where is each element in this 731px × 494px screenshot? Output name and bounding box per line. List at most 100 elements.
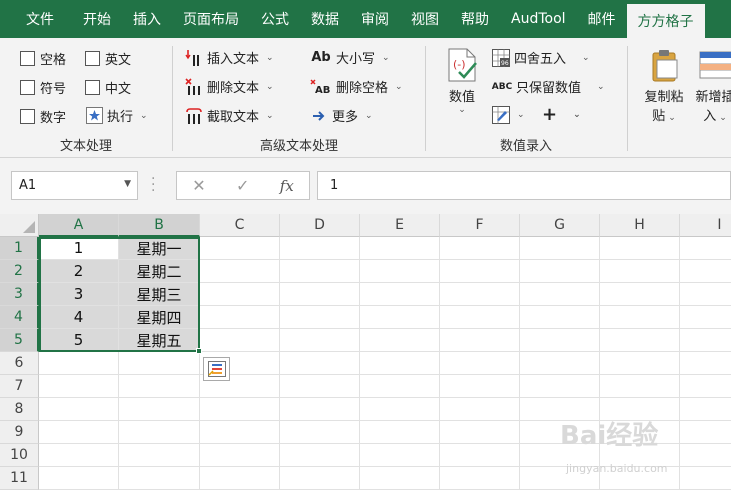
cell[interactable] — [280, 329, 360, 352]
cell[interactable] — [440, 375, 520, 398]
cell[interactable] — [360, 306, 440, 329]
insert-function-icon[interactable]: fx — [280, 177, 294, 195]
row-header[interactable]: 10 — [0, 444, 39, 467]
case-button[interactable]: Ab 大小写 ⌄ — [310, 48, 389, 67]
cell[interactable] — [200, 306, 280, 329]
cell[interactable] — [39, 467, 119, 490]
cell[interactable] — [280, 260, 360, 283]
cell[interactable]: 1 — [39, 237, 119, 260]
cell[interactable] — [600, 329, 680, 352]
cell[interactable] — [280, 444, 360, 467]
cell[interactable] — [680, 260, 731, 283]
tab-insert[interactable]: 插入 — [122, 0, 172, 38]
cell[interactable] — [200, 329, 280, 352]
checkbox-box[interactable] — [85, 51, 100, 66]
column-header-i[interactable]: I — [680, 214, 731, 237]
cancel-icon[interactable]: ✕ — [192, 176, 205, 195]
cell[interactable] — [200, 283, 280, 306]
cell[interactable] — [520, 375, 600, 398]
cell[interactable]: 星期一 — [119, 237, 200, 260]
column-header-e[interactable]: E — [360, 214, 440, 237]
cell[interactable] — [440, 237, 520, 260]
chevron-down-icon[interactable]: ▼ — [124, 179, 131, 189]
checkbox-symbol[interactable]: 符号 — [20, 78, 66, 97]
insert-text-button[interactable]: 插入文本 ⌄ — [185, 48, 274, 67]
delete-text-button[interactable]: 删除文本 ⌄ — [185, 77, 274, 96]
row-header[interactable]: 9 — [0, 421, 39, 444]
checkbox-box[interactable] — [20, 109, 35, 124]
cell[interactable] — [200, 467, 280, 490]
cell[interactable] — [440, 421, 520, 444]
fill-handle[interactable] — [196, 348, 202, 354]
tab-home[interactable]: 开始 — [72, 0, 122, 38]
cell[interactable] — [520, 352, 600, 375]
cell[interactable]: 星期二 — [119, 260, 200, 283]
more-button[interactable]: 更多 ⌄ — [310, 106, 373, 125]
cell[interactable] — [200, 260, 280, 283]
confirm-check-icon[interactable]: ✓ — [236, 176, 249, 195]
cell[interactable] — [280, 283, 360, 306]
cell[interactable] — [119, 444, 200, 467]
cell[interactable] — [280, 398, 360, 421]
cell[interactable] — [360, 421, 440, 444]
tab-mail[interactable]: 邮件 — [577, 0, 627, 38]
cell[interactable] — [440, 306, 520, 329]
checkbox-box[interactable] — [20, 51, 35, 66]
cell[interactable] — [280, 306, 360, 329]
cell[interactable] — [600, 237, 680, 260]
cell[interactable] — [280, 467, 360, 490]
tab-page-layout[interactable]: 页面布局 — [172, 0, 250, 38]
edit-table-button[interactable]: ⌄ — [492, 106, 525, 124]
cell[interactable] — [600, 375, 680, 398]
row-header[interactable]: 7 — [0, 375, 39, 398]
cell[interactable] — [680, 352, 731, 375]
cell[interactable] — [360, 283, 440, 306]
add-button[interactable]: + ⌄ — [542, 104, 581, 125]
extract-text-button[interactable]: 截取文本 ⌄ — [185, 106, 274, 125]
column-header-b[interactable]: B — [119, 214, 200, 237]
checkbox-number[interactable]: 数字 — [20, 107, 66, 126]
round-button[interactable]: 96 四舍五入 ⌄ — [492, 48, 590, 67]
cell[interactable] — [680, 398, 731, 421]
cell[interactable] — [680, 237, 731, 260]
cell[interactable] — [680, 375, 731, 398]
cell[interactable] — [200, 444, 280, 467]
row-header[interactable]: 6 — [0, 352, 39, 375]
cell[interactable] — [680, 306, 731, 329]
cell[interactable] — [520, 260, 600, 283]
cell[interactable] — [360, 329, 440, 352]
cell[interactable] — [520, 329, 600, 352]
cell[interactable]: 5 — [39, 329, 119, 352]
cell[interactable]: 4 — [39, 306, 119, 329]
tab-view[interactable]: 视图 — [400, 0, 450, 38]
cell[interactable]: 星期五 — [119, 329, 200, 352]
column-header-h[interactable]: H — [600, 214, 680, 237]
cell[interactable] — [360, 375, 440, 398]
cell[interactable] — [360, 352, 440, 375]
execute-button[interactable]: 执行 ⌄ — [85, 106, 148, 125]
cell[interactable] — [280, 352, 360, 375]
copy-paste-button[interactable]: 复制粘 贴 ⌄ — [640, 48, 688, 124]
checkbox-english[interactable]: 英文 — [85, 49, 131, 68]
tab-data[interactable]: 数据 — [300, 0, 350, 38]
cell[interactable] — [39, 352, 119, 375]
select-all-corner[interactable] — [0, 214, 39, 237]
checkbox-chinese[interactable]: 中文 — [85, 78, 131, 97]
row-header[interactable]: 1 — [0, 237, 39, 260]
cell[interactable] — [440, 444, 520, 467]
cell[interactable] — [440, 329, 520, 352]
cell[interactable] — [200, 237, 280, 260]
cell[interactable] — [39, 444, 119, 467]
keep-value-button[interactable]: ABC 只保留数值 ⌄ — [492, 77, 605, 96]
row-header[interactable]: 2 — [0, 260, 39, 283]
row-header[interactable]: 5 — [0, 329, 39, 352]
cell[interactable]: 3 — [39, 283, 119, 306]
column-header-d[interactable]: D — [280, 214, 360, 237]
checkbox-box[interactable] — [20, 80, 35, 95]
cell[interactable] — [600, 352, 680, 375]
cell[interactable]: 星期四 — [119, 306, 200, 329]
cell[interactable] — [360, 260, 440, 283]
cell[interactable] — [440, 352, 520, 375]
cell[interactable] — [280, 421, 360, 444]
cell[interactable] — [360, 398, 440, 421]
